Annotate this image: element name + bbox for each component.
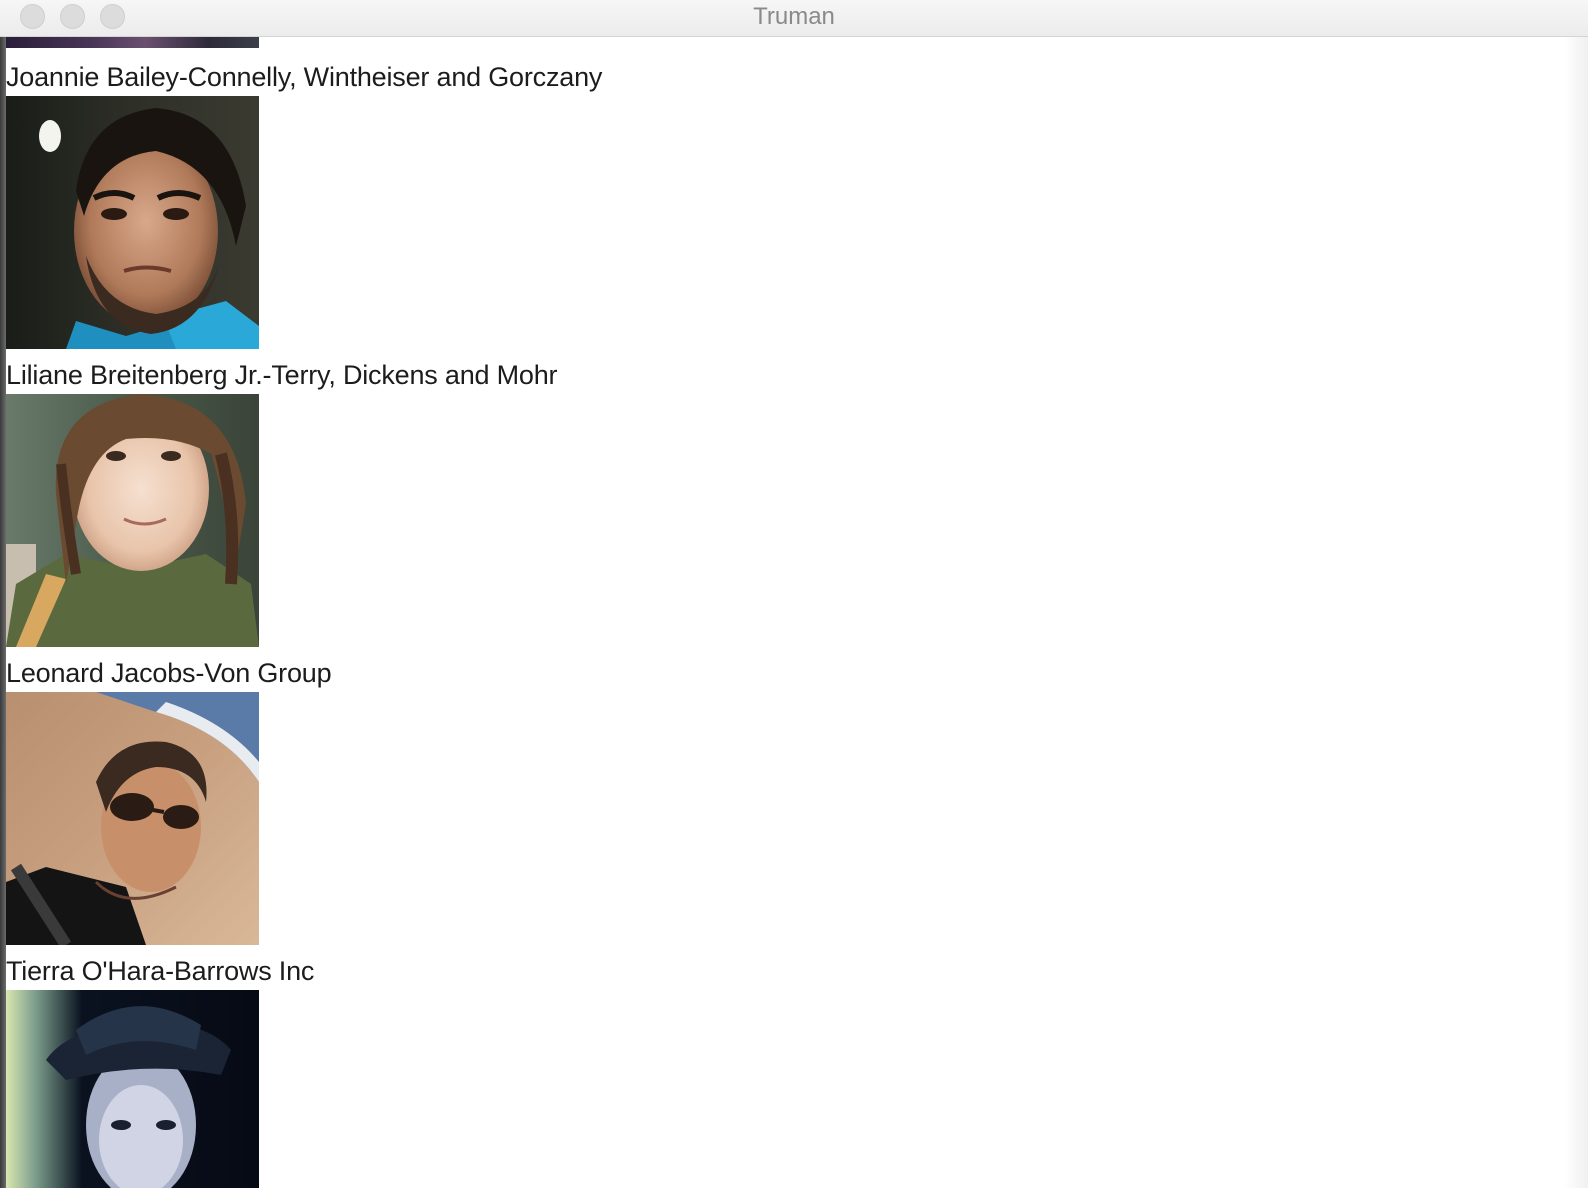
contact-list[interactable]: Joannie Bailey-Connelly, Wintheiser and …: [6, 37, 1566, 1188]
list-item: Joannie Bailey-Connelly, Wintheiser and …: [6, 58, 706, 349]
list-item: Leonard Jacobs-Von Group: [6, 654, 706, 945]
profile-photo: [6, 96, 259, 349]
app-window: Truman Joannie Bailey-Connelly, Wintheis…: [0, 0, 1588, 1188]
scroll-shadow: [1564, 37, 1588, 1188]
list-item: Liliane Breitenberg Jr.-Terry, Dickens a…: [6, 356, 706, 647]
entry-name: Liliane Breitenberg Jr.-Terry, Dickens a…: [6, 360, 558, 390]
entry-name: Joannie Bailey-Connelly, Wintheiser and …: [6, 62, 603, 92]
list-item: Tierra O'Hara-Barrows Inc: [6, 952, 706, 1188]
profile-photo: [6, 990, 259, 1188]
entry-name: Tierra O'Hara-Barrows Inc: [6, 956, 315, 986]
entry-name: Leonard Jacobs-Von Group: [6, 658, 332, 688]
window-title: Truman: [753, 3, 835, 30]
profile-photo: [6, 692, 259, 945]
profile-photo-partial: [6, 37, 259, 48]
title-bar[interactable]: Truman: [0, 0, 1588, 37]
profile-photo: [6, 394, 259, 647]
